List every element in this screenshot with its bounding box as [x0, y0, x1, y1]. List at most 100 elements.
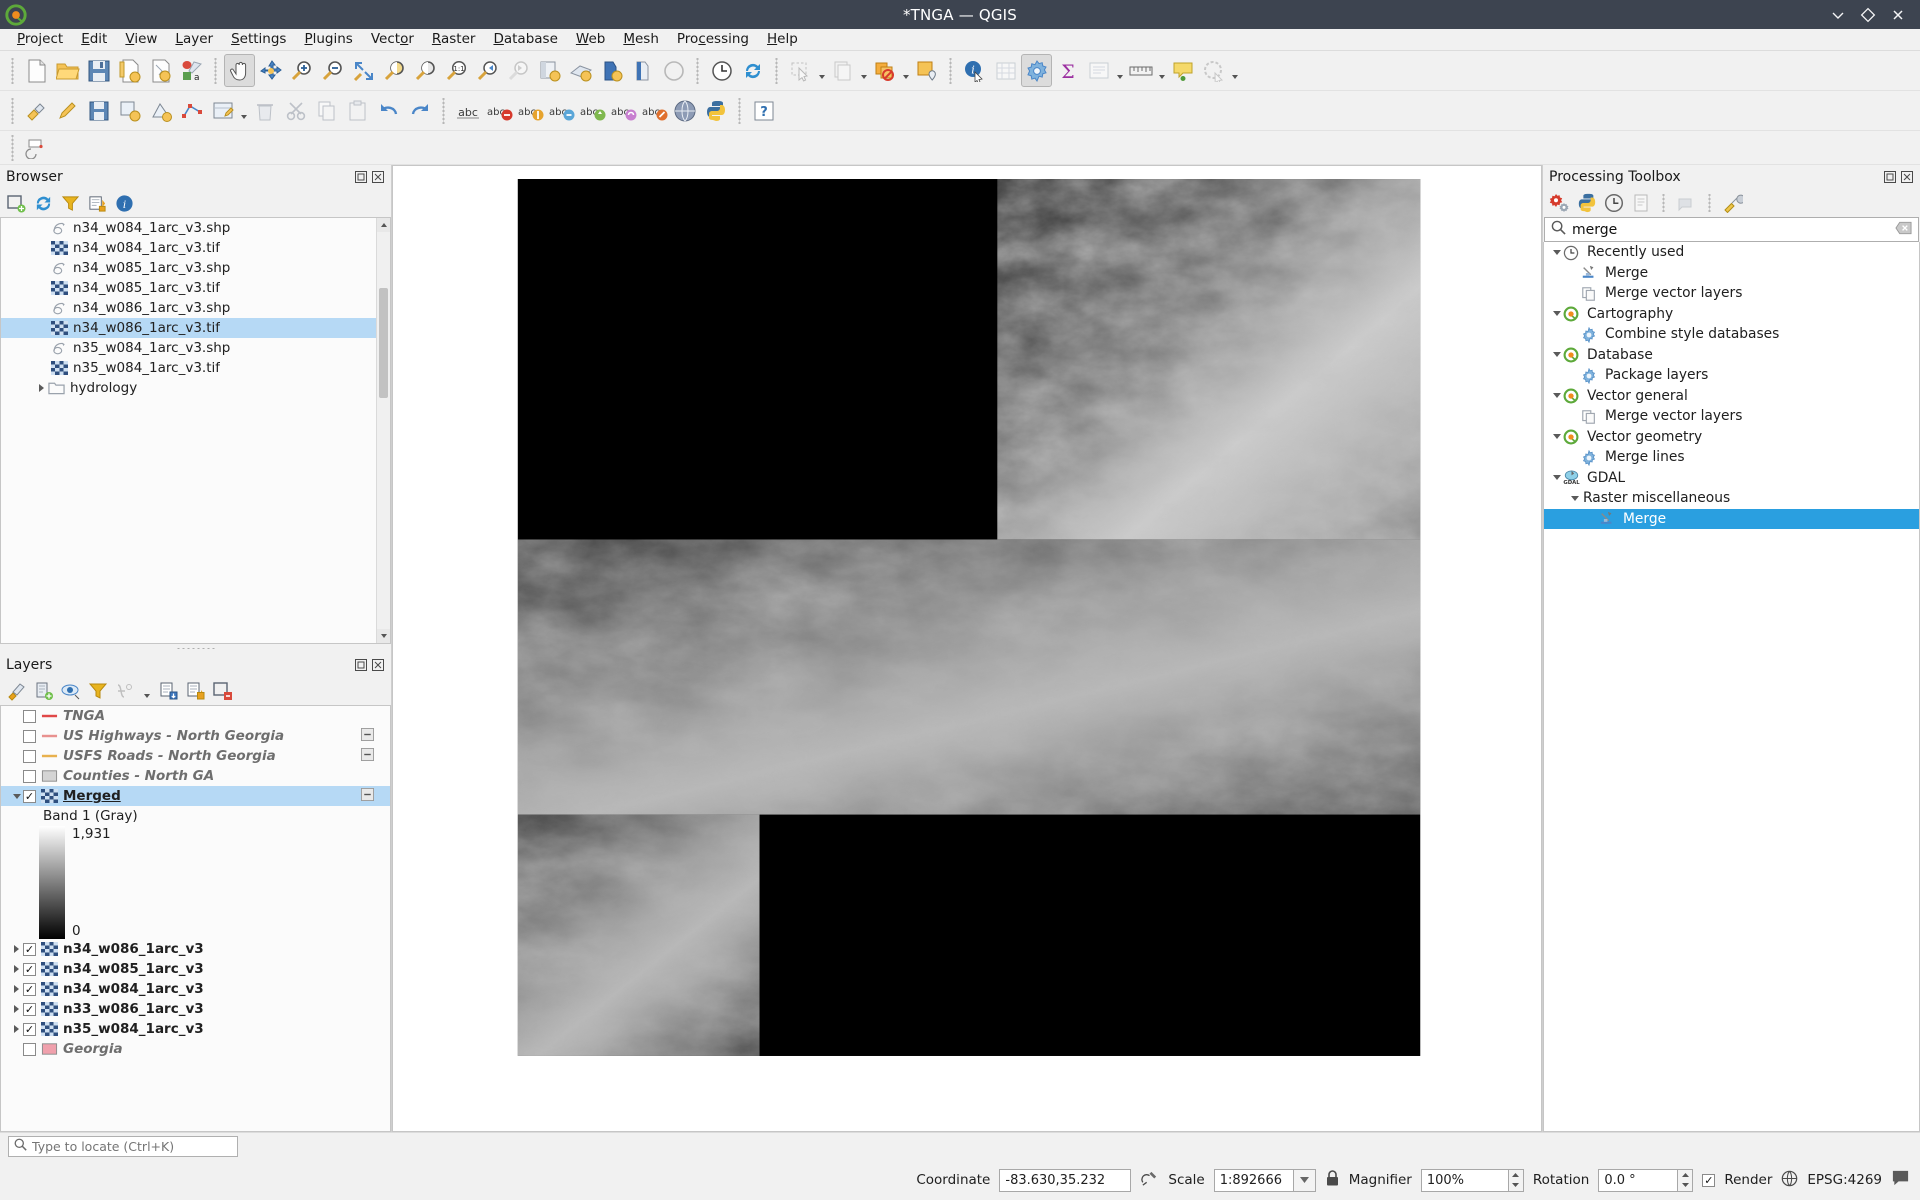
toolbar-handle[interactable]	[211, 57, 220, 84]
refresh-icon[interactable]	[737, 54, 768, 87]
layer-row[interactable]: ✓ n34_w086_1arc_v3	[1, 939, 390, 959]
rotation-field[interactable]: 0.0 °	[1598, 1168, 1679, 1192]
filter-legend-icon[interactable]	[87, 681, 108, 702]
close-icon[interactable]	[371, 658, 385, 672]
chevron-down-icon[interactable]	[1229, 54, 1240, 87]
delete-selected-icon[interactable]	[249, 94, 280, 127]
collapse-all-icon[interactable]	[185, 681, 206, 702]
algorithm-subgroup[interactable]: Raster miscellaneous	[1544, 488, 1919, 509]
layer-visibility-checkbox[interactable]	[23, 729, 36, 743]
panel-splitter[interactable]	[0, 644, 391, 653]
layer-row[interactable]: Georgia	[1, 1039, 390, 1059]
layer-visibility-checkbox[interactable]: ✓	[23, 1022, 36, 1036]
toolbar-handle[interactable]	[735, 97, 744, 124]
browser-item[interactable]: n34_w086_1arc_v3.tif	[1, 318, 390, 338]
edit-features-in-place-icon[interactable]	[1676, 193, 1697, 214]
layer-visibility-checkbox[interactable]	[23, 769, 36, 783]
zoom-last-icon[interactable]	[472, 54, 503, 87]
add-group-icon[interactable]	[33, 681, 54, 702]
label-toolbar-icon[interactable]: abc	[452, 94, 483, 127]
zoom-to-selection-icon[interactable]	[379, 54, 410, 87]
results-viewer-icon[interactable]	[1630, 193, 1651, 214]
globe-icon[interactable]	[1781, 1170, 1798, 1191]
layer-row[interactable]: ✓ n35_w084_1arc_v3	[1, 1019, 390, 1039]
rotation-stepper[interactable]	[1678, 1168, 1694, 1192]
expand-arrow-icon[interactable]	[1568, 496, 1581, 501]
algorithm-item[interactable]: Merge vector layers	[1544, 283, 1919, 304]
open-layer-styling-icon[interactable]	[6, 681, 27, 702]
processing-algorithm-tree[interactable]: Recently used Merge Merge vector layers Car…	[1543, 242, 1920, 1132]
menu-settings[interactable]: Settings	[222, 29, 295, 50]
deselect-all-icon[interactable]	[869, 54, 900, 87]
expand-arrow-icon[interactable]	[1550, 475, 1563, 480]
expand-arrow-icon[interactable]	[1550, 250, 1563, 255]
temporal-controller-icon[interactable]	[706, 54, 737, 87]
show-map-tips-icon[interactable]	[1083, 54, 1114, 87]
add-feature-icon[interactable]	[114, 94, 145, 127]
layer-row[interactable]: ✓ n34_w084_1arc_v3	[1, 979, 390, 999]
menu-edit[interactable]: Edit	[72, 29, 116, 50]
identify-features-icon[interactable]: i	[959, 54, 990, 87]
layer-row[interactable]: ✓ Merged	[1, 786, 390, 806]
expand-arrow-icon[interactable]	[10, 965, 23, 973]
chevron-down-icon[interactable]	[1114, 54, 1125, 87]
expand-arrow-icon[interactable]	[35, 384, 48, 392]
crs-label[interactable]: EPSG:4269	[1807, 1172, 1882, 1188]
cut-features-icon[interactable]	[280, 94, 311, 127]
expand-arrow-icon[interactable]	[10, 985, 23, 993]
python-scripts-icon[interactable]	[1576, 193, 1597, 214]
browser-item[interactable]: n34_w084_1arc_v3.tif	[1, 238, 390, 258]
open-project-icon[interactable]	[52, 54, 83, 87]
toolbar-handle[interactable]	[8, 57, 17, 84]
locator-widget[interactable]	[8, 1136, 238, 1157]
new-project-icon[interactable]	[21, 54, 52, 87]
layer-collapse-badge-icon[interactable]	[361, 727, 374, 745]
pan-to-selection-icon[interactable]	[255, 54, 286, 87]
algorithm-group[interactable]: Recently used	[1544, 242, 1919, 263]
models-icon[interactable]	[1549, 193, 1570, 214]
browser-tree[interactable]: n34_w084_1arc_v3.shp n34_w084_1arc_v3.ti…	[0, 217, 391, 644]
zoom-to-layer-icon[interactable]	[410, 54, 441, 87]
new-report-icon[interactable]	[627, 54, 658, 87]
layer-collapse-badge-icon[interactable]	[361, 787, 374, 805]
menu-help[interactable]: Help	[758, 29, 807, 50]
options-icon[interactable]	[1722, 193, 1743, 214]
locator-input[interactable]	[32, 1139, 232, 1154]
plugin-globe-icon[interactable]	[669, 94, 700, 127]
layer-row[interactable]: Counties - North GA	[1, 766, 390, 786]
help-icon[interactable]: ?	[748, 94, 779, 127]
processing-search-input[interactable]	[1572, 221, 1889, 238]
label-rotate-icon[interactable]: abc	[607, 94, 638, 127]
collapse-all-icon[interactable]	[87, 193, 108, 214]
copy-features-icon[interactable]	[311, 94, 342, 127]
menu-vector[interactable]: Vector	[362, 29, 423, 50]
browser-item[interactable]: n34_w085_1arc_v3.tif	[1, 278, 390, 298]
run-feature-action-icon[interactable]	[1198, 54, 1229, 87]
lock-scale-icon[interactable]	[1325, 1169, 1340, 1191]
algorithm-group[interactable]: GDAL GDAL	[1544, 468, 1919, 489]
redo-icon[interactable]	[404, 94, 435, 127]
algorithm-group[interactable]: Cartography	[1544, 304, 1919, 325]
processing-search-box[interactable]	[1544, 217, 1919, 242]
refresh-icon[interactable]	[33, 193, 54, 214]
zoom-native-icon[interactable]: 1:1	[441, 54, 472, 87]
layer-visibility-checkbox[interactable]: ✓	[23, 1002, 36, 1016]
algorithm-item[interactable]: Package layers	[1544, 365, 1919, 386]
processing-toolbox-icon[interactable]	[1021, 54, 1052, 87]
menu-raster[interactable]: Raster	[423, 29, 485, 50]
browser-scrollbar[interactable]	[376, 218, 390, 643]
algorithm-group[interactable]: Vector general	[1544, 386, 1919, 407]
scroll-down-icon[interactable]	[377, 629, 390, 643]
new-map-view-icon[interactable]	[534, 54, 565, 87]
algorithm-item[interactable]: Merge	[1544, 508, 1919, 529]
messages-log-icon[interactable]	[1891, 1169, 1910, 1191]
paste-features-icon[interactable]	[342, 94, 373, 127]
select-features-icon[interactable]	[785, 54, 816, 87]
toolbar-handle[interactable]	[439, 97, 448, 124]
expand-arrow-icon[interactable]	[1550, 434, 1563, 439]
toolbar-handle[interactable]	[946, 57, 955, 84]
label-pin-icon[interactable]: abc	[514, 94, 545, 127]
layer-visibility-checkbox[interactable]: ✓	[23, 962, 36, 976]
label-change-icon[interactable]: abc	[638, 94, 669, 127]
chevron-down-icon[interactable]	[858, 54, 869, 87]
